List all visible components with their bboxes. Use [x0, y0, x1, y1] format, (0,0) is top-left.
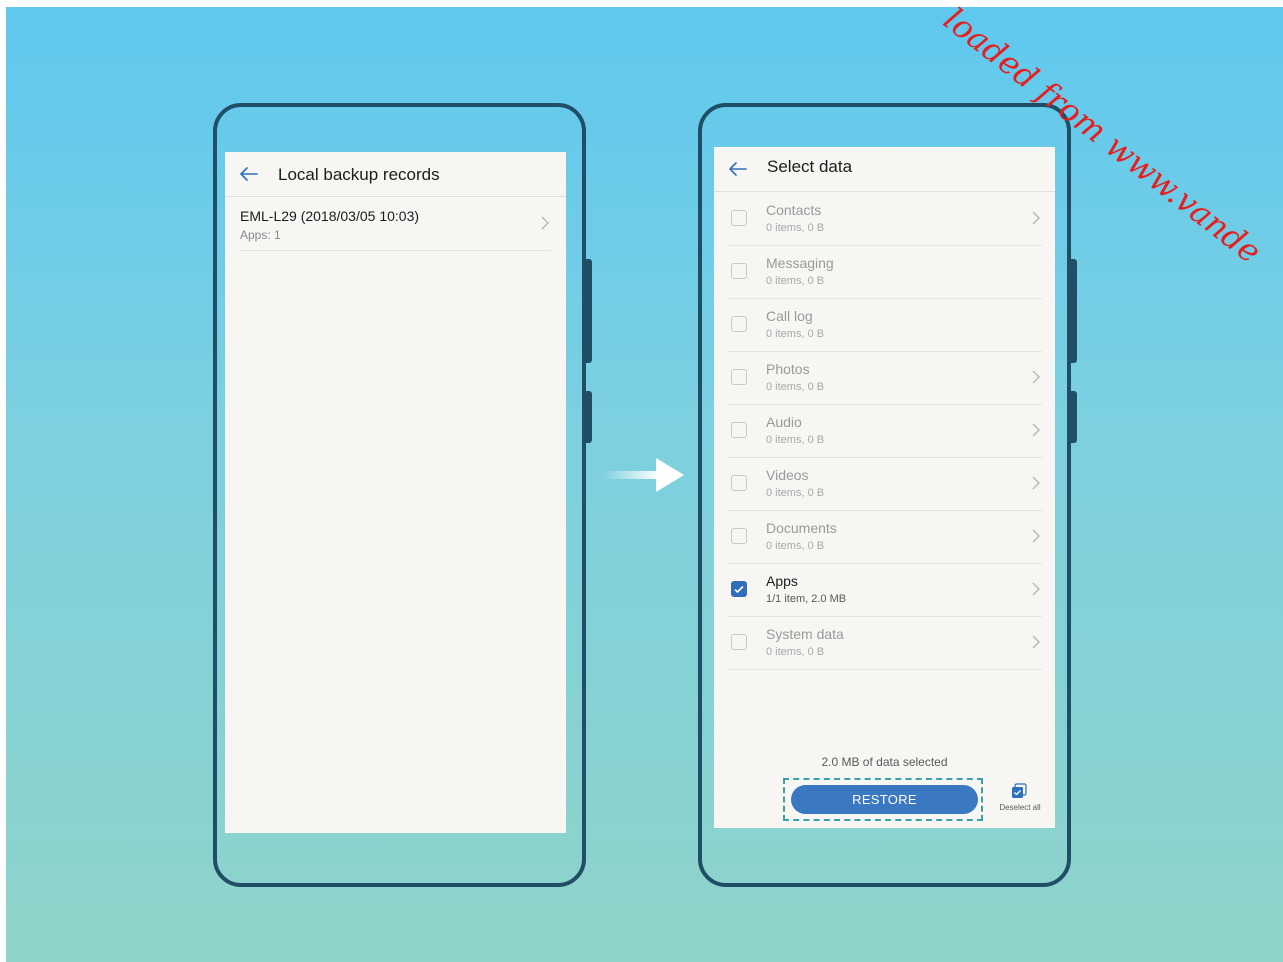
data-item-row[interactable]: Call log 0 items, 0 B — [727, 298, 1042, 352]
phone-side-button — [1071, 391, 1077, 443]
chevron-right-icon — [1032, 529, 1040, 543]
chevron-right-icon — [541, 216, 549, 230]
chevron-right-icon — [1032, 370, 1040, 384]
backup-records-screen: Local backup records EML-L29 (2018/03/05… — [225, 152, 566, 833]
backup-record-name: EML-L29 (2018/03/05 10:03) — [240, 208, 420, 224]
data-item-detail: 0 items, 0 B — [766, 222, 825, 234]
app-header: Select data — [714, 147, 1055, 192]
data-item-name: Contacts — [766, 202, 822, 218]
select-data-screen: Select data Contacts 0 items, 0 B Messagin… — [714, 147, 1055, 828]
backup-record-item[interactable]: EML-L29 (2018/03/05 10:03) Apps: 1 — [240, 197, 551, 251]
phone-frame-left: Local backup records EML-L29 (2018/03/05… — [213, 103, 592, 887]
data-item-name: Videos — [766, 467, 809, 483]
data-item-row[interactable]: Messaging 0 items, 0 B — [727, 245, 1042, 299]
data-item-detail: 0 items, 0 B — [766, 434, 825, 446]
checkbox[interactable] — [731, 316, 747, 332]
data-item-row[interactable]: System data 0 items, 0 B — [727, 616, 1042, 670]
data-item-row[interactable]: Photos 0 items, 0 B — [727, 351, 1042, 405]
chevron-right-icon — [1032, 476, 1040, 490]
chevron-right-icon — [1032, 423, 1040, 437]
backup-record-detail: Apps: 1 — [240, 228, 281, 242]
deselect-all-label: Deselect all — [999, 803, 1041, 812]
chevron-right-icon — [1032, 635, 1040, 649]
phone-frame-right: Select data Contacts 0 items, 0 B Messagin… — [698, 103, 1077, 887]
checkmark-icon — [734, 585, 744, 594]
data-item-name: Apps — [766, 573, 798, 589]
selection-summary: 2.0 MB of data selected — [821, 755, 948, 769]
checkbox[interactable] — [731, 210, 747, 226]
data-item-detail: 0 items, 0 B — [766, 646, 825, 658]
back-arrow-icon[interactable] — [237, 162, 261, 186]
checkbox[interactable] — [731, 422, 747, 438]
chevron-right-icon — [1032, 582, 1040, 596]
data-item-detail: 1/1 item, 2.0 MB — [766, 593, 847, 605]
data-item-detail: 0 items, 0 B — [766, 328, 825, 340]
data-item-name: Call log — [766, 308, 813, 324]
data-item-detail: 0 items, 0 B — [766, 487, 825, 499]
data-item-detail: 0 items, 0 B — [766, 540, 825, 552]
app-header: Local backup records — [225, 152, 566, 197]
data-item-row[interactable]: Apps 1/1 item, 2.0 MB — [727, 563, 1042, 617]
phone-side-button — [1071, 259, 1077, 363]
data-item-row[interactable]: Audio 0 items, 0 B — [727, 404, 1042, 458]
data-item-name: Photos — [766, 361, 810, 377]
data-item-name: Audio — [766, 414, 802, 430]
data-item-name: Documents — [766, 520, 837, 536]
page-title: Local backup records — [278, 165, 440, 184]
data-item-name: System data — [766, 626, 844, 642]
checkbox[interactable] — [731, 475, 747, 491]
restore-button[interactable]: RESTORE — [791, 785, 978, 814]
data-item-row[interactable]: Videos 0 items, 0 B — [727, 457, 1042, 511]
phone-side-button — [586, 391, 592, 443]
checkbox[interactable] — [731, 634, 747, 650]
phone-side-button — [586, 259, 592, 363]
back-arrow-icon[interactable] — [726, 157, 750, 181]
page-title: Select data — [767, 157, 853, 176]
checkbox[interactable] — [731, 528, 747, 544]
checkbox-checked[interactable] — [731, 581, 747, 597]
checkbox[interactable] — [731, 263, 747, 279]
transition-arrow-icon — [602, 458, 684, 492]
deselect-all-icon — [1012, 783, 1027, 798]
chevron-right-icon — [1032, 211, 1040, 225]
data-item-detail: 0 items, 0 B — [766, 275, 825, 287]
data-item-detail: 0 items, 0 B — [766, 381, 825, 393]
deselect-all-button[interactable]: Deselect all — [993, 783, 1047, 819]
data-item-row[interactable]: Contacts 0 items, 0 B — [727, 192, 1042, 246]
data-item-row[interactable]: Documents 0 items, 0 B — [727, 510, 1042, 564]
restore-highlight-box: RESTORE — [783, 778, 983, 821]
data-item-name: Messaging — [766, 255, 834, 271]
checkbox[interactable] — [731, 369, 747, 385]
